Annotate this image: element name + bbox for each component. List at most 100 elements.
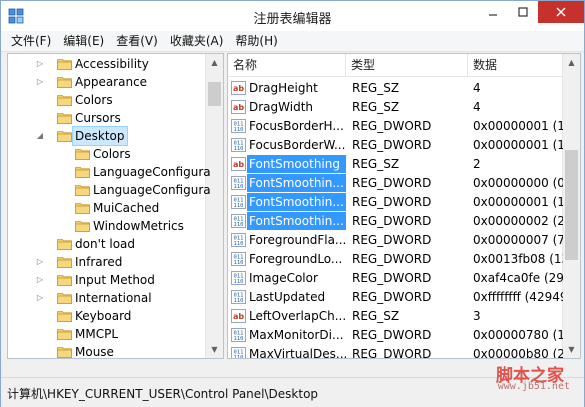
- value-list-pane[interactable]: 名称 类型 数据 ▲ ▼ ab DragHeight REG_SZ 4 ab DragWi…: [227, 53, 581, 359]
- value-data: 0x00000002 (2): [473, 214, 563, 228]
- close-button[interactable]: [538, 1, 584, 23]
- tree-item[interactable]: Keyboard: [8, 307, 204, 325]
- column-header-type[interactable]: 类型: [346, 54, 468, 76]
- menu-edit[interactable]: 编辑(E): [57, 31, 110, 51]
- collapsed-arrow-icon[interactable]: ▷: [35, 55, 45, 73]
- tree-item[interactable]: Cursors: [8, 109, 204, 127]
- tree-item[interactable]: don't load: [8, 235, 204, 253]
- list-header: 名称 类型 数据: [228, 54, 563, 77]
- collapsed-arrow-icon[interactable]: ▷: [35, 73, 45, 91]
- svg-text:ab: ab: [233, 84, 244, 93]
- value-row[interactable]: 011 110 ForegroundFla... REG_DWORD 0x0000000…: [228, 231, 568, 249]
- tree-item[interactable]: ▷ Input Method: [8, 271, 204, 289]
- menu-file[interactable]: 文件(F): [1, 31, 57, 51]
- value-row[interactable]: 011 110 LastUpdated REG_DWORD 0xffffffff (42…: [228, 288, 568, 306]
- tree-item[interactable]: ▷ Infrared: [8, 253, 204, 271]
- svg-text:ab: ab: [233, 103, 244, 112]
- maximize-icon: [518, 7, 528, 17]
- column-header-data[interactable]: 数据: [468, 54, 563, 76]
- menu-help[interactable]: 帮助(H): [229, 31, 283, 51]
- value-data: 3: [473, 309, 481, 323]
- folder-icon: [75, 185, 90, 196]
- value-row[interactable]: 011 110 FontSmoothin... REG_DWORD 0x00000002…: [228, 212, 568, 230]
- tree-item-label: Mouse: [75, 345, 114, 359]
- watermark-url: www.jb51.net: [497, 381, 570, 392]
- value-row[interactable]: 011 110 FocusBorderH... REG_DWORD 0x00000001…: [228, 117, 568, 135]
- value-type: REG_DWORD: [352, 176, 432, 190]
- value-row[interactable]: 011 110 MaxMonitorDi... REG_DWORD 0x00000780…: [228, 326, 568, 344]
- tree-item[interactable]: WindowMetrics: [8, 217, 204, 235]
- folder-open-icon: [57, 131, 72, 142]
- menu-bar: 文件(F) 编辑(E) 查看(V) 收藏夹(A) 帮助(H): [1, 31, 584, 52]
- scroll-up-icon[interactable]: ▲: [206, 54, 223, 71]
- value-name: DragHeight: [249, 81, 318, 95]
- status-path: 计算机\HKEY_CURRENT_USER\Control Panel\Desk…: [7, 387, 319, 401]
- folder-icon: [57, 329, 72, 340]
- string-value-icon: ab: [231, 100, 246, 114]
- minimize-button[interactable]: [478, 1, 508, 23]
- value-name: FontSmoothin...: [247, 212, 346, 230]
- collapsed-arrow-icon[interactable]: ▷: [35, 271, 45, 289]
- binary-value-icon: 011110: [231, 347, 246, 358]
- key-tree-pane[interactable]: ▲ ▼ ▷ Accessibility ▷ Appearance Colors Curso…: [7, 53, 224, 359]
- tree-item[interactable]: MMCPL: [8, 325, 204, 343]
- tree-item[interactable]: Colors: [8, 145, 204, 163]
- string-value-icon: ab: [231, 157, 246, 171]
- value-name: LeftOverlapCh...: [249, 309, 346, 323]
- scroll-down-icon[interactable]: ▼: [206, 341, 223, 358]
- tree-item[interactable]: LanguageConfigura: [8, 181, 211, 199]
- value-row[interactable]: ab DragWidth REG_SZ 4: [228, 98, 568, 116]
- value-row[interactable]: ab LeftOverlapCh... REG_SZ 3: [228, 307, 568, 325]
- tree-scroll-thumb[interactable]: [208, 82, 221, 106]
- value-data: 0x00000001 (1): [473, 138, 563, 152]
- value-row[interactable]: 011 110 FocusBorderW... REG_DWORD 0x00000001…: [228, 136, 568, 154]
- tree-item-label: don't load: [75, 237, 136, 251]
- tree-item[interactable]: Mouse: [8, 343, 204, 359]
- value-type: REG_SZ: [352, 81, 400, 95]
- folder-icon: [75, 149, 90, 160]
- value-data: 0x0013fb08 (13: [473, 252, 563, 266]
- tree-item-label: Colors: [93, 147, 131, 161]
- value-row[interactable]: ab DragHeight REG_SZ 4: [228, 79, 568, 97]
- value-data: 2: [473, 157, 481, 171]
- folder-icon: [57, 311, 72, 322]
- value-row[interactable]: 011 110 MaxVirtualDes... REG_DWORD 0x00000b8…: [228, 345, 568, 359]
- tree-item[interactable]: LanguageConfigura: [8, 163, 211, 181]
- tree-item[interactable]: Colors: [8, 91, 204, 109]
- minimize-icon: [489, 14, 497, 16]
- folder-icon: [57, 257, 72, 268]
- value-row[interactable]: 011 110 ForegroundLo... REG_DWORD 0x0013fb08…: [228, 250, 568, 268]
- value-type: REG_DWORD: [352, 290, 432, 304]
- tree-item[interactable]: ◢ Desktop: [8, 126, 204, 146]
- value-name: MaxVirtualDes...: [249, 347, 346, 359]
- expanded-arrow-icon[interactable]: ◢: [35, 127, 45, 145]
- binary-value-icon: 011110: [231, 119, 246, 133]
- value-data: 0x00000007 (7): [473, 233, 563, 247]
- menu-favorites[interactable]: 收藏夹(A): [164, 31, 230, 51]
- collapsed-arrow-icon[interactable]: ▷: [35, 289, 45, 307]
- tree-item[interactable]: ▷ Accessibility: [8, 55, 204, 73]
- value-name: FontSmoothin...: [247, 193, 346, 211]
- tree-item[interactable]: ▷ International: [8, 289, 204, 307]
- svg-text:110: 110: [234, 222, 244, 228]
- value-data: 0x00000780 (19: [473, 328, 563, 342]
- maximize-button[interactable]: [508, 1, 538, 23]
- value-name: FontSmoothing: [247, 155, 346, 173]
- value-data: 0x00000001 (1): [473, 195, 563, 209]
- tree-item[interactable]: MuiCached: [8, 199, 204, 217]
- folder-icon: [57, 95, 72, 106]
- binary-value-icon: 011110: [231, 328, 246, 342]
- scroll-up-icon[interactable]: ▲: [563, 54, 580, 71]
- value-row[interactable]: 011 110 FontSmoothin... REG_DWORD 0x00000000…: [228, 174, 568, 192]
- menu-view[interactable]: 查看(V): [110, 31, 164, 51]
- collapsed-arrow-icon[interactable]: ▷: [35, 253, 45, 271]
- value-row[interactable]: 011 110 ImageColor REG_DWORD 0xaf4ca0fe (294: [228, 269, 568, 287]
- folder-icon: [57, 293, 72, 304]
- value-row[interactable]: ab FontSmoothing REG_SZ 2: [228, 155, 568, 173]
- tree-vertical-scrollbar[interactable]: ▲ ▼: [205, 54, 223, 358]
- value-row[interactable]: 011 110 FontSmoothin... REG_DWORD 0x00000001…: [228, 193, 568, 211]
- column-header-name[interactable]: 名称: [228, 54, 346, 76]
- title-bar[interactable]: 注册表编辑器: [1, 1, 584, 31]
- binary-value-icon: 011110: [231, 195, 246, 209]
- tree-item[interactable]: ▷ Appearance: [8, 73, 204, 91]
